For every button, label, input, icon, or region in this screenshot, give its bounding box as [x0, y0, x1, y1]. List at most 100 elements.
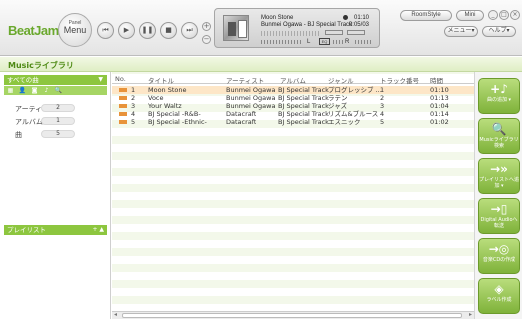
now-playing-subtitle: Bunmei Ogawa - BJ Special Track — [261, 22, 353, 28]
cell-no: 4 — [131, 110, 136, 118]
cell-no: 3 — [131, 102, 136, 110]
level-meter — [261, 40, 303, 44]
column-header-track-number[interactable]: トラック番号 — [380, 75, 419, 85]
help-dropdown[interactable]: ヘルプ▾ — [482, 26, 516, 37]
create-label-button[interactable]: ◈ ラベル作成 — [478, 278, 520, 314]
sidebar-toolbar: ▦ 👤 ◙ ♪ 🔍 — [4, 86, 107, 95]
scrollbar-thumb[interactable] — [122, 313, 462, 318]
library-search-label: Musicライブラリ検索 — [479, 137, 519, 149]
cell-time: 01:02 — [430, 118, 449, 126]
seek-bar[interactable] — [261, 31, 321, 36]
previous-icon: ⏮ — [102, 26, 109, 34]
table-row[interactable]: 3 Your Waltz Bunmei Ogawa BJ Special Tra… — [112, 102, 474, 110]
play-icon: ▶ — [123, 26, 130, 34]
volume-up-button[interactable]: + — [202, 22, 211, 31]
minus-icon: − — [203, 35, 210, 43]
action-panel: +♪ 曲の追加 ▾ 🔍 Musicライブラリ検索 →» プレイリストへ追加 ▾ … — [474, 72, 522, 319]
column-header-genre[interactable]: ジャンル — [328, 75, 354, 85]
next-track-button[interactable]: ⏭ — [181, 22, 198, 39]
cell-artist: Datacraft — [226, 118, 257, 126]
shuffle-mode-toggle[interactable] — [347, 30, 365, 35]
stop-icon: ■ — [165, 26, 172, 34]
cell-album: BJ Special Track — [278, 86, 329, 94]
panel-menu-button[interactable]: Panel Menu — [58, 13, 92, 47]
page-title: Musicライブラリ — [8, 61, 74, 70]
maximize-button[interactable]: □ — [499, 10, 509, 20]
column-header-artist[interactable]: アーティスト — [226, 75, 264, 85]
person-icon[interactable]: 👤 — [18, 87, 27, 94]
close-button[interactable]: × — [510, 10, 520, 20]
add-to-playlist-button[interactable]: →» プレイリストへ追加 ▾ — [478, 158, 520, 194]
sidebar: すべての曲 ▼ ▦ 👤 ◙ ♪ 🔍 アーティスト 2 アルバム 1 曲 5 プレイリスト… — [0, 72, 111, 319]
cell-album: BJ Special Track — [278, 118, 329, 126]
grid-view-icon[interactable]: ▦ — [6, 87, 15, 94]
library-search-button[interactable]: 🔍 Musicライブラリ検索 — [478, 118, 520, 154]
search-icon[interactable]: 🔍 — [54, 87, 63, 94]
create-cd-button[interactable]: →◎ 音楽CDの作成 — [478, 238, 520, 274]
column-header-no[interactable]: No. — [115, 75, 126, 83]
collapse-icon: ▼ — [98, 76, 103, 83]
all-songs-header[interactable]: すべての曲 ▼ — [4, 75, 107, 85]
album-icon[interactable]: ◙ — [30, 87, 39, 94]
total-time: 0:05/03 — [348, 22, 369, 28]
cell-album: BJ Special Track — [278, 110, 329, 118]
cell-genre: プログレッシブ ... — [328, 86, 382, 94]
play-button[interactable]: ▶ — [118, 22, 135, 39]
transfer-digital-audio-button[interactable]: →▯ Digital Audioへ転送 — [478, 198, 520, 234]
balance-meter — [333, 40, 343, 44]
add-to-playlist-icon: →» — [490, 162, 508, 176]
track-marker-icon — [119, 120, 127, 124]
track-marker-icon — [119, 88, 127, 92]
add-songs-label: 曲の追加 ▾ — [486, 97, 512, 103]
cell-genre: ラテン — [328, 94, 348, 102]
close-icon: × — [512, 11, 518, 18]
table-row[interactable]: 1 Moon Stone Bunmei Ogawa BJ Special Tra… — [112, 86, 474, 94]
sidebar-item-album[interactable]: アルバム — [15, 117, 43, 127]
plus-icon: + — [203, 22, 210, 30]
table-row[interactable]: 2 Voce Bunmei Ogawa BJ Special Track ラテン… — [112, 94, 474, 102]
cell-album: BJ Special Track — [278, 94, 329, 102]
mini-mode-button[interactable]: Mini — [456, 10, 484, 21]
pause-button[interactable]: ❚❚ — [139, 22, 156, 39]
previous-track-button[interactable]: ⏮ — [97, 22, 114, 39]
cell-title: Moon Stone — [148, 86, 187, 94]
cell-track: 2 — [380, 94, 385, 102]
stop-button[interactable]: ■ — [160, 22, 177, 39]
repeat-mode-toggle[interactable] — [325, 30, 343, 35]
label-icon: ◈ — [494, 282, 504, 296]
table-row[interactable]: 4 BJ Special -R&B- Datacraft BJ Special … — [112, 110, 474, 118]
menu-dropdown[interactable]: メニュー▾ — [444, 26, 478, 37]
volume-down-button[interactable]: − — [202, 35, 211, 44]
horizontal-scrollbar[interactable]: ◂ ▸ — [112, 311, 474, 319]
artist-count-badge: 2 — [41, 104, 75, 112]
cell-title: Your Waltz — [148, 102, 182, 110]
cell-no: 1 — [131, 86, 136, 94]
track-marker-icon — [119, 96, 127, 100]
table-row[interactable]: 5 BJ Special -Ethnic- Datacraft BJ Speci… — [112, 118, 474, 126]
cell-album: BJ Special Track — [278, 102, 329, 110]
column-header-title[interactable]: タイトル — [148, 75, 174, 85]
note-icon[interactable]: ♪ — [42, 87, 51, 94]
playlist-header[interactable]: プレイリスト + ▲ — [4, 225, 107, 235]
sidebar-item-song[interactable]: 曲 — [15, 130, 22, 140]
playlist-add-icon[interactable]: + ▲ — [92, 225, 104, 235]
cell-artist: Bunmei Ogawa — [226, 102, 276, 110]
cell-track: 5 — [380, 118, 385, 126]
balance-indicator: EQ — [319, 38, 330, 45]
add-songs-button[interactable]: +♪ 曲の追加 ▾ — [478, 78, 520, 114]
cell-title: BJ Special -R&B- — [148, 110, 201, 118]
track-table: No. タイトル アーティスト アルバム ジャンル トラック番号 時間 1 Mo… — [112, 72, 474, 319]
cell-time: 01:13 — [430, 94, 449, 102]
cell-genre: ジャズ — [328, 102, 348, 110]
right-level-meter — [355, 40, 373, 44]
cell-time: 01:10 — [430, 86, 449, 94]
column-header-time[interactable]: 時間 — [430, 75, 443, 85]
cell-artist: Datacraft — [226, 110, 257, 118]
scroll-left-icon[interactable]: ◂ — [114, 311, 117, 318]
scroll-right-icon[interactable]: ▸ — [469, 311, 472, 318]
roomstyle-button[interactable]: RoomStyle — [400, 10, 452, 21]
pause-icon: ❚❚ — [141, 26, 154, 34]
minimize-button[interactable]: _ — [488, 10, 498, 20]
add-to-playlist-label: プレイリストへ追加 ▾ — [479, 177, 520, 189]
column-header-album[interactable]: アルバム — [280, 75, 306, 85]
